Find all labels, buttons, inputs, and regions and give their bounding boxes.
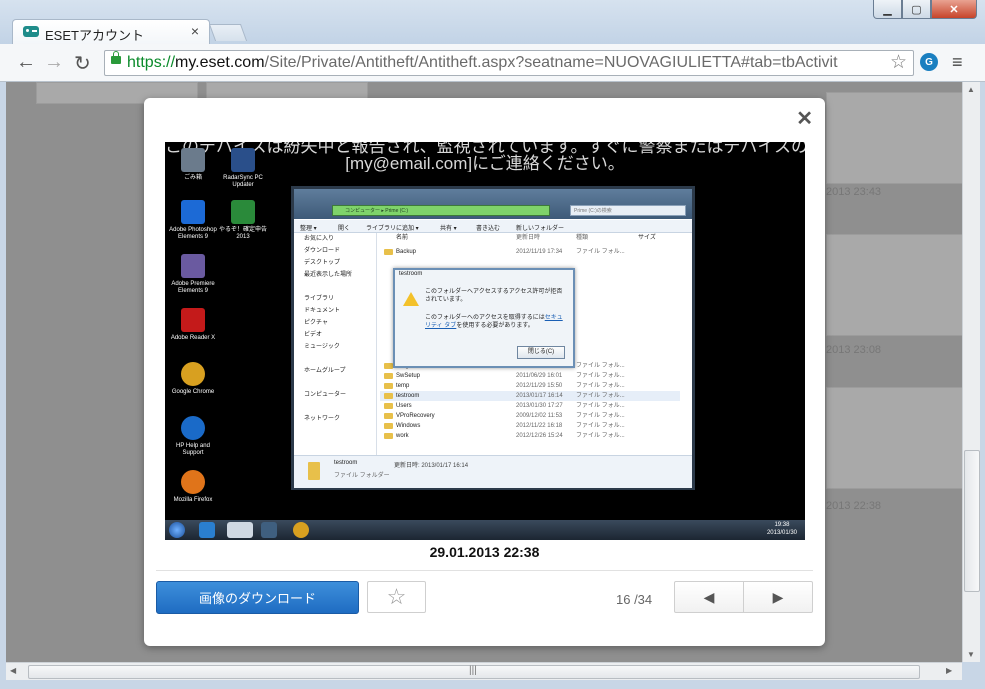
window-controls: ▁ ▢ ✕ [873, 0, 977, 19]
folder-icon [384, 249, 393, 255]
background-time: 2013 23:08 [826, 344, 882, 356]
menu-icon[interactable]: ≡ [952, 52, 963, 73]
scroll-grip-icon: ||| [469, 665, 477, 676]
browser-toolbar: ← → ↻ https://my.eset.com/Site/Private/A… [0, 44, 985, 82]
windows-taskbar: 19:38 2013/01/30 [165, 520, 805, 540]
tab-close-icon[interactable]: × [191, 23, 199, 39]
table-row: VProRecovery 2009/12/02 11:53 ファイル フォル... [380, 411, 680, 421]
tax-return-icon [231, 200, 255, 224]
background-thumbnail [826, 387, 962, 489]
back-arrow-icon[interactable]: ← [16, 51, 36, 74]
horizontal-scrollbar[interactable]: ◀ ||| ▶ [6, 662, 962, 680]
scroll-up-arrow-icon[interactable]: ▲ [967, 85, 975, 94]
url-text[interactable]: https://my.eset.com/Site/Private/Antithe… [127, 54, 879, 72]
desktop-icon: Mozilla Firefox [165, 470, 221, 504]
folder-icon [308, 462, 320, 480]
desktop-icon: Adobe Photoshop Elements 9 [165, 200, 221, 241]
screenshot-viewer-modal: ✕ このデバイスは紛失中と報告され、監視されています。すぐに警察またはデバイスの… [144, 98, 825, 646]
eset-favicon-icon [23, 26, 39, 37]
modal-divider [156, 570, 813, 571]
adobe-reader-icon [181, 308, 205, 332]
table-row: SwSetup 2011/06/29 16:01 ファイル フォル... [380, 371, 680, 381]
scroll-right-arrow-icon[interactable]: ▶ [946, 666, 952, 675]
folder-icon [384, 413, 393, 419]
next-image-button[interactable]: ▶ [743, 581, 813, 613]
desktop-icon: Adobe Reader X [165, 308, 221, 342]
explorer-search: Prime (C:)の検索 [570, 205, 686, 216]
table-row: testroom 2013/01/17 16:14 ファイル フォル... [380, 391, 680, 401]
desktop-icon: HP Help and Support [165, 416, 221, 457]
desktop-icon: やるぞ！確定申告 2013 [215, 200, 271, 241]
table-row: Users 2013/01/30 17:27 ファイル フォル... [380, 401, 680, 411]
lock-icon [111, 51, 121, 64]
dialog-message: このフォルダーへのアクセスを取得するにはセキュリティ タブを使用する必要がありま… [425, 315, 563, 329]
background-time: 2013 23:43 [826, 186, 882, 198]
firefox-icon [181, 470, 205, 494]
scroll-left-arrow-icon[interactable]: ◀ [10, 666, 16, 675]
explorer-titlebar: コンピューター ▸ Prime (C:) Prime (C:)の検索 [294, 189, 692, 219]
folder-icon [384, 363, 393, 369]
radarsync-icon [231, 148, 255, 172]
file-list-header: 名前 更新日時 種類 サイズ [396, 235, 656, 241]
recycle-bin-icon [181, 148, 205, 172]
download-image-button[interactable]: 画像のダウンロード [156, 581, 359, 614]
folder-icon [384, 403, 393, 409]
captured-screenshot: このデバイスは紛失中と報告され、監視されています。すぐに警察またはデバイスの所有… [165, 142, 805, 540]
desktop-icon: RadarSync PC Updater [215, 148, 271, 189]
background-thumbnail [826, 234, 962, 336]
table-row: Windows 2012/11/22 16:18 ファイル フォル... [380, 421, 680, 431]
explorer-address: コンピューター ▸ Prime (C:) [332, 205, 550, 216]
desktop-icon: Google Chrome [165, 362, 221, 396]
reload-icon[interactable]: ↻ [74, 51, 91, 76]
dialog-close-button: 閉じる(C) [517, 346, 565, 359]
extension-icon[interactable]: G [920, 53, 938, 71]
forward-arrow-icon[interactable]: → [44, 51, 64, 74]
screenshot-timestamp: 29.01.2013 22:38 [429, 544, 540, 560]
premiere-icon [181, 254, 205, 278]
tab-title: ESETアカウント [45, 28, 144, 43]
explorer-statusbar: testroom ファイル フォルダー 更新日時: 2013/01/17 16:… [294, 455, 692, 488]
scroll-down-arrow-icon[interactable]: ▼ [967, 650, 975, 659]
folder-icon [384, 373, 393, 379]
photoshop-icon [181, 200, 205, 224]
folder-icon [384, 433, 393, 439]
table-row: work 2012/12/26 15:24 ファイル フォル... [380, 431, 680, 441]
folder-icon [384, 393, 393, 399]
explorer-commandbar: 整理 ▾ 開く ライブラリに追加 ▾ 共有 ▾ 書き込む 新しいフォルダー [294, 220, 692, 233]
bookmark-star-icon[interactable]: ☆ [890, 51, 907, 74]
horizontal-scroll-thumb[interactable]: ||| [28, 665, 920, 679]
tab-strip: ESETアカウント × ▁ ▢ ✕ [0, 0, 985, 45]
folder-icon [384, 423, 393, 429]
tab-eset-account[interactable]: ESETアカウント × [12, 19, 210, 45]
close-icon[interactable]: ✕ [796, 106, 813, 131]
image-counter: 16 /34 [616, 592, 653, 607]
table-row: Backup 2012/11/19 17:34 ファイル フォル... [380, 247, 680, 257]
favorite-star-icon[interactable]: ☆ [367, 581, 426, 613]
maximize-button[interactable]: ▢ [902, 0, 931, 19]
desktop-icon: Adobe Premiere Elements 9 [165, 254, 221, 295]
previous-image-button[interactable]: ◀ [674, 581, 744, 613]
vertical-scrollbar[interactable]: ▲ ▼ [962, 82, 980, 662]
new-tab-button[interactable] [208, 24, 248, 41]
background-time: 2013 22:38 [826, 500, 882, 512]
desktop-icon: ごみ箱 [165, 148, 221, 182]
window-close-button[interactable]: ✕ [931, 0, 977, 19]
address-bar[interactable]: https://my.eset.com/Site/Private/Antithe… [104, 50, 914, 76]
folder-icon [384, 383, 393, 389]
explorer-taskbar-icon [227, 522, 253, 538]
media-player-icon [261, 522, 277, 538]
explorer-sidebar: お気に入り ダウンロード デスクトップ 最近表示した場所 ライブラリ ドキュメン… [294, 233, 377, 455]
help-icon [181, 416, 205, 440]
chrome-taskbar-icon [293, 522, 309, 538]
access-denied-dialog: testroom このフォルダーへアクセスするアクセス許可が拒否されています。 … [393, 268, 575, 368]
chrome-icon [181, 362, 205, 386]
taskbar-clock: 19:38 2013/01/30 [766, 522, 797, 536]
warning-icon [403, 292, 419, 306]
vertical-scroll-thumb[interactable] [964, 450, 980, 592]
background-thumbnail [826, 92, 962, 184]
start-orb-icon [169, 522, 185, 538]
ie-icon [199, 522, 215, 538]
minimize-button[interactable]: ▁ [873, 0, 902, 19]
table-row: temp 2012/11/29 15:50 ファイル フォル... [380, 381, 680, 391]
